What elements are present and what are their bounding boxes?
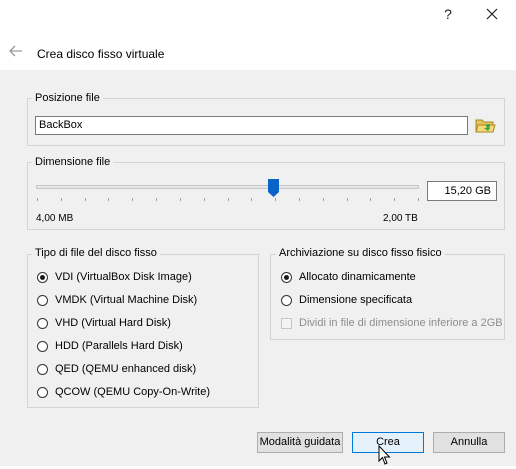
slider-tick — [275, 198, 276, 201]
guided-mode-button[interactable]: Modalità guidata — [257, 432, 343, 453]
slider-tick — [394, 198, 395, 201]
size-min-label: 4,00 MB — [36, 213, 74, 224]
close-button[interactable] — [481, 3, 503, 25]
disk-type-option-qcow[interactable]: QCOW (QEMU Copy-On-Write) — [37, 384, 210, 400]
close-icon — [486, 8, 498, 20]
slider-tick — [418, 198, 419, 201]
radio-label: QED (QEMU enhanced disk) — [55, 363, 197, 375]
slider-tick — [37, 198, 38, 201]
back-button[interactable] — [8, 44, 24, 58]
split-files-checkbox-row[interactable]: Dividi in file di dimensione inferiore a… — [281, 315, 503, 331]
slider-tick — [180, 198, 181, 201]
size-slider-track[interactable] — [36, 185, 419, 189]
split-files-label: Dividi in file di dimensione inferiore a… — [299, 317, 503, 329]
folder-icon — [475, 119, 496, 133]
back-arrow-icon — [9, 45, 22, 57]
cursor-arrow-icon — [378, 444, 391, 465]
storage-title: Archiviazione su disco fisso fisico — [276, 247, 445, 259]
slider-tick — [347, 198, 348, 201]
radio-button[interactable] — [281, 294, 292, 306]
file-size-title: Dimensione file — [32, 156, 114, 168]
cancel-button[interactable]: Annulla — [433, 432, 505, 453]
slider-tick — [156, 198, 157, 201]
slider-tick — [228, 198, 229, 201]
disk-type-option-vdi[interactable]: VDI (VirtualBox Disk Image) — [37, 269, 192, 285]
slider-tick — [108, 198, 109, 201]
radio-button[interactable] — [37, 363, 48, 375]
radio-label: Dimensione specificata — [299, 294, 413, 306]
radio-button[interactable] — [281, 271, 292, 283]
disk-type-option-qed[interactable]: QED (QEMU enhanced disk) — [37, 361, 196, 377]
radio-label: VDI (VirtualBox Disk Image) — [55, 271, 192, 283]
page-title: Crea disco fisso virtuale — [37, 47, 165, 61]
slider-tick — [251, 198, 252, 201]
radio-label: VMDK (Virtual Machine Disk) — [55, 294, 198, 306]
radio-label: Allocato dinamicamente — [299, 271, 416, 283]
mouse-cursor — [378, 444, 392, 466]
slider-tick — [85, 198, 86, 201]
split-files-checkbox[interactable] — [281, 317, 292, 329]
file-path-input[interactable]: BackBox — [35, 116, 468, 135]
radio-label: HDD (Parallels Hard Disk) — [55, 340, 183, 352]
radio-button[interactable] — [37, 294, 48, 306]
slider-tick — [132, 198, 133, 201]
storage-option-fixed[interactable]: Dimensione specificata — [281, 292, 412, 308]
slider-thumb-icon — [268, 179, 279, 197]
radio-label: QCOW (QEMU Copy-On-Write) — [55, 386, 211, 398]
help-button[interactable]: ? — [437, 3, 459, 25]
radio-button[interactable] — [37, 386, 48, 398]
radio-button[interactable] — [37, 271, 48, 283]
radio-button[interactable] — [37, 317, 48, 329]
slider-tick — [299, 198, 300, 201]
disk-type-option-vhd[interactable]: VHD (Virtual Hard Disk) — [37, 315, 171, 331]
disk-type-title: Tipo di file del disco fisso — [32, 247, 160, 259]
file-location-title: Posizione file — [32, 92, 103, 104]
slider-tick — [370, 198, 371, 201]
slider-tick — [323, 198, 324, 201]
disk-type-option-vmdk[interactable]: VMDK (Virtual Machine Disk) — [37, 292, 197, 308]
slider-tick — [61, 198, 62, 201]
size-slider-thumb[interactable] — [268, 179, 279, 197]
browse-folder-button[interactable] — [474, 115, 496, 135]
size-input[interactable]: 15,20 GB — [427, 181, 497, 201]
radio-button[interactable] — [37, 340, 48, 352]
slider-tick — [204, 198, 205, 201]
size-max-label: 2,00 TB — [383, 213, 418, 224]
radio-label: VHD (Virtual Hard Disk) — [55, 317, 171, 329]
storage-option-dynamic[interactable]: Allocato dinamicamente — [281, 269, 416, 285]
disk-type-option-hdd[interactable]: HDD (Parallels Hard Disk) — [37, 338, 183, 354]
